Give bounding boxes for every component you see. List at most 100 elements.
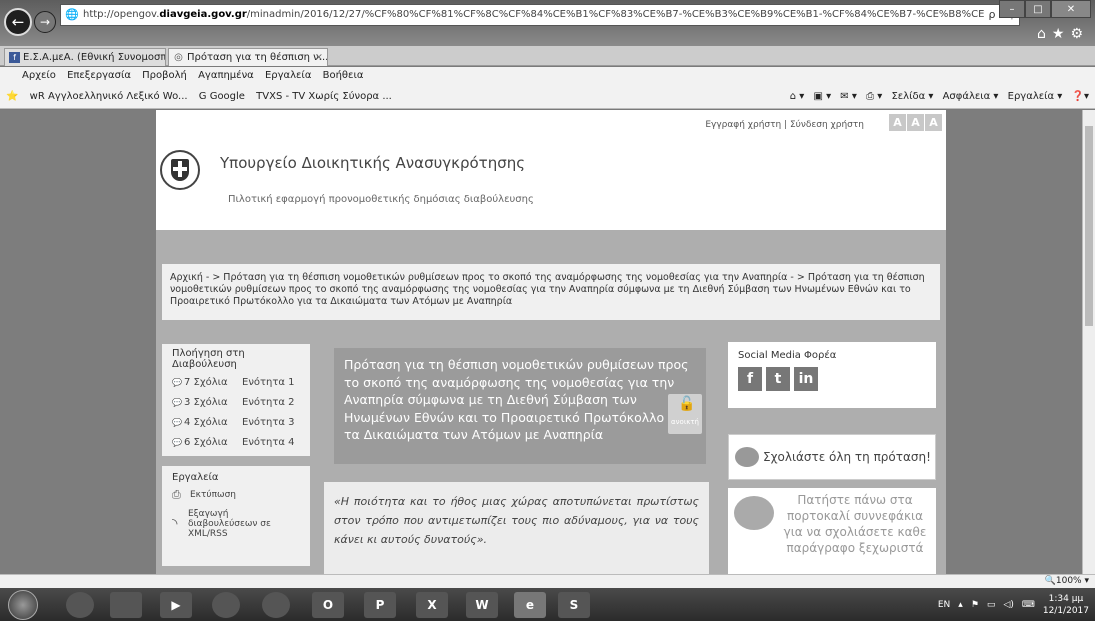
nav-row-section-3[interactable]: 4 Σχόλια Ενότητα 3 bbox=[172, 416, 300, 430]
language-indicator[interactable]: EN bbox=[938, 600, 950, 610]
tab-proposal[interactable]: ◎ Πρόταση για τη θέσπιση ν... × bbox=[168, 48, 328, 66]
comment-count[interactable]: 6 Σχόλια bbox=[172, 436, 242, 450]
facebook-favicon-icon: f bbox=[9, 52, 20, 63]
linkedin-icon[interactable]: in bbox=[794, 367, 818, 391]
section-link[interactable]: Ενότητα 1 bbox=[242, 376, 295, 390]
network-icon[interactable]: ▭ bbox=[987, 600, 996, 610]
breadcrumb[interactable]: Αρχική - > Πρόταση για τη θέσπιση νομοθε… bbox=[162, 264, 940, 320]
font-size-medium-button[interactable]: A bbox=[907, 114, 924, 131]
powerpoint-icon[interactable]: P bbox=[364, 592, 396, 618]
system-tray: EN ▴ ⚑ ▭ ◁) ⌨ 1:34 μμ 12/1/2017 bbox=[930, 588, 1089, 621]
volume-icon[interactable]: ◁) bbox=[1003, 600, 1013, 610]
browser-app-icon[interactable] bbox=[262, 592, 290, 618]
flag-icon[interactable]: ⚑ bbox=[971, 600, 979, 610]
word-icon[interactable]: W bbox=[466, 592, 498, 618]
rss-icon: ◝ bbox=[172, 516, 178, 532]
navigation-title: Πλοήγηση στη Διαβούλευση bbox=[172, 348, 245, 370]
browser-title-bar: ← → 🌐 http://opengov.diavgeia.gov.gr/mina… bbox=[0, 0, 1095, 46]
clock-date: 12/1/2017 bbox=[1042, 605, 1089, 616]
mail-icon[interactable]: ✉ ▾ bbox=[840, 91, 857, 102]
site-header: Εγγραφή χρήστη | Σύνδεση χρήστη A A A Υπ… bbox=[156, 110, 946, 230]
back-button[interactable]: ← bbox=[4, 8, 32, 36]
home-menu-icon[interactable]: ⌂ ▾ bbox=[790, 91, 805, 102]
start-button[interactable] bbox=[8, 590, 38, 620]
comment-bubble-icon bbox=[735, 447, 759, 467]
page-icon: 🌐 bbox=[65, 8, 79, 21]
home-icon[interactable]: ⌂ bbox=[1037, 26, 1052, 42]
internet-explorer-icon[interactable]: e bbox=[514, 592, 546, 618]
comment-count[interactable]: 3 Σχόλια bbox=[172, 396, 242, 410]
page-menu[interactable]: Σελίδα ▾ bbox=[891, 91, 933, 102]
export-rss-link[interactable]: ◝ Εξαγωγή διαβουλεύσεων σε XML/RSS bbox=[172, 509, 300, 539]
quote-box: «Η ποιότητα και το ήθος μιας χώρας αποτυ… bbox=[324, 482, 709, 574]
vertical-scrollbar[interactable] bbox=[1082, 110, 1095, 574]
section-link[interactable]: Ενότητα 2 bbox=[242, 396, 295, 410]
zoom-level[interactable]: 🔍100% ▾ bbox=[1045, 575, 1089, 588]
tray-arrow-icon[interactable]: ▴ bbox=[958, 600, 963, 610]
url-path: /minadmin/2016/12/27/%CF%80%CF%81%CF%8C%… bbox=[246, 9, 1019, 20]
nav-row-section-4[interactable]: 6 Σχόλια Ενότητα 4 bbox=[172, 436, 300, 450]
menu-view[interactable]: Προβολή bbox=[142, 70, 187, 81]
keyboard-icon[interactable]: ⌨ bbox=[1022, 600, 1035, 610]
file-explorer-icon[interactable] bbox=[110, 592, 142, 618]
media-player-icon[interactable] bbox=[66, 592, 94, 618]
comment-count[interactable]: 7 Σχόλια bbox=[172, 376, 242, 390]
social-media-box: Social Media Φορέα f t in bbox=[728, 342, 936, 408]
menu-help[interactable]: Βοήθεια bbox=[323, 70, 364, 81]
skype-icon[interactable]: S bbox=[558, 592, 590, 618]
nav-row-section-2[interactable]: 3 Σχόλια Ενότητα 2 bbox=[172, 396, 300, 410]
nav-row-section-1[interactable]: 7 Σχόλια Ενότητα 1 bbox=[172, 376, 300, 390]
tools-box: Εργαλεία ⎙ Εκτύπωση ◝ Εξαγωγή διαβουλεύσ… bbox=[162, 466, 310, 566]
address-bar[interactable]: 🌐 http://opengov.diavgeia.gov.gr/minadmin… bbox=[60, 4, 1020, 26]
window-controls: – □ ✕ bbox=[999, 0, 1091, 18]
settings-gear-icon[interactable]: ⚙ bbox=[1070, 26, 1089, 42]
minimize-button[interactable]: – bbox=[999, 0, 1025, 18]
favorites-bar-icon[interactable]: ⭐ bbox=[6, 91, 18, 102]
section-link[interactable]: Ενότητα 3 bbox=[242, 416, 295, 430]
forward-button[interactable]: → bbox=[34, 11, 56, 33]
comment-count[interactable]: 4 Σχόλια bbox=[172, 416, 242, 430]
print-menu-icon[interactable]: ⎙ ▾ bbox=[866, 91, 882, 102]
favorites-star-icon[interactable]: ★ bbox=[1052, 26, 1071, 42]
tab-close-icon[interactable]: × bbox=[315, 49, 323, 66]
tools-menu[interactable]: Εργαλεία ▾ bbox=[1008, 91, 1063, 102]
consultation-navigation: Πλοήγηση στη Διαβούλευση 7 Σχόλια Ενότητ… bbox=[162, 344, 310, 456]
font-size-large-button[interactable]: A bbox=[925, 114, 942, 131]
favorite-lexicon[interactable]: wR Αγγλοελληνικό Λεξικό Wo... bbox=[30, 91, 188, 102]
help-menu-icon[interactable]: ❓▾ bbox=[1072, 91, 1089, 102]
globe-app-icon[interactable] bbox=[212, 592, 240, 618]
menu-edit[interactable]: Επεξεργασία bbox=[67, 70, 131, 81]
comment-hint-text: Πατήστε πάνω στα πορτοκαλί συννεφάκια γι… bbox=[783, 493, 927, 555]
media-icon[interactable]: ▶ bbox=[160, 592, 192, 618]
section-link[interactable]: Ενότητα 4 bbox=[242, 436, 295, 450]
favorites-bar: ⭐ wR Αγγλοελληνικό Λεξικό Wo... G Google… bbox=[0, 85, 1095, 109]
outlook-icon[interactable]: O bbox=[312, 592, 344, 618]
safety-menu[interactable]: Ασφάλεια ▾ bbox=[943, 91, 999, 102]
favorite-google[interactable]: G Google bbox=[199, 91, 245, 102]
facebook-icon[interactable]: f bbox=[738, 367, 762, 391]
feeds-icon[interactable]: ▣ ▾ bbox=[813, 91, 831, 102]
comment-whole-proposal-button[interactable]: Σχολιάστε όλη τη πρόταση! bbox=[728, 434, 936, 480]
maximize-button[interactable]: □ bbox=[1025, 0, 1051, 18]
user-links[interactable]: Εγγραφή χρήστη | Σύνδεση χρήστη bbox=[705, 120, 864, 130]
windows-taskbar: ▶ O P X W e S EN ▴ ⚑ ▭ ◁) ⌨ 1:34 μμ 12/1… bbox=[0, 588, 1095, 621]
browser-icons: ⌂★⚙ bbox=[1037, 26, 1089, 42]
tab-label: Ε.Σ.Α.μεΑ. (Εθνική Συνομοσπο... bbox=[23, 52, 166, 63]
scrollbar-thumb[interactable] bbox=[1085, 126, 1093, 326]
page-viewport: Εγγραφή χρήστη | Σύνδεση χρήστη A A A Υπ… bbox=[0, 110, 1082, 574]
excel-icon[interactable]: X bbox=[416, 592, 448, 618]
print-link[interactable]: ⎙ Εκτύπωση bbox=[172, 489, 300, 501]
menu-tools[interactable]: Εργαλεία bbox=[265, 70, 311, 81]
url-prefix: http://opengov. bbox=[83, 9, 160, 20]
favorite-tvxs[interactable]: TVXS - TV Χωρίς Σύνορα ... bbox=[256, 91, 392, 102]
menu-file[interactable]: Αρχείο bbox=[22, 70, 56, 81]
open-status-label: ανοικτή bbox=[671, 418, 699, 426]
close-window-button[interactable]: ✕ bbox=[1051, 0, 1091, 18]
clock[interactable]: 1:34 μμ 12/1/2017 bbox=[1043, 593, 1089, 617]
arrow-left-icon: ← bbox=[11, 13, 25, 31]
twitter-icon[interactable]: t bbox=[766, 367, 790, 391]
tab-esamea[interactable]: f Ε.Σ.Α.μεΑ. (Εθνική Συνομοσπο... bbox=[4, 48, 166, 66]
menu-favorites[interactable]: Αγαπημένα bbox=[198, 70, 254, 81]
ministry-title[interactable]: Υπουργείο Διοικητικής Ανασυγκρότησης bbox=[220, 154, 525, 172]
font-size-small-button[interactable]: A bbox=[889, 114, 906, 131]
